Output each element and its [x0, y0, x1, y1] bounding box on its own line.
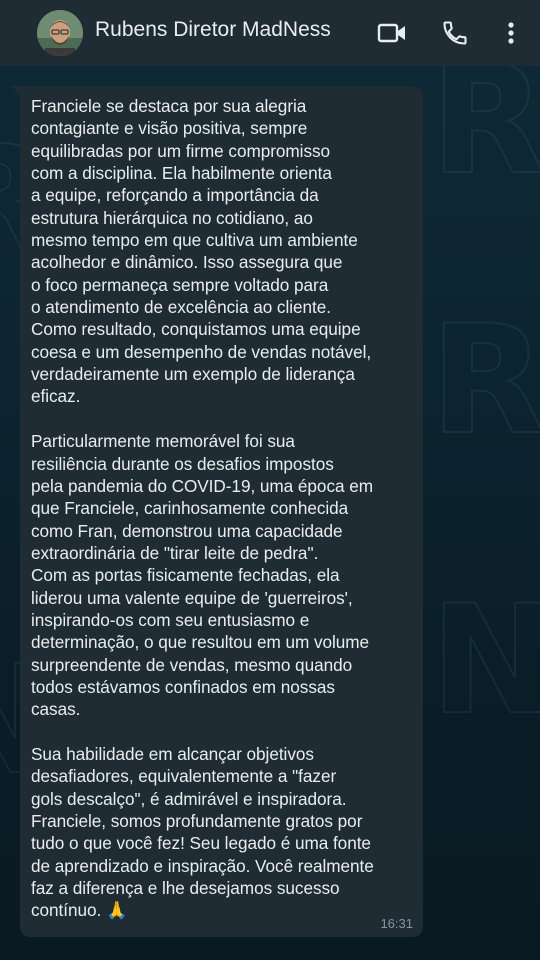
chat-screen: R R N R N Rubens Diretor MadNess [0, 0, 540, 960]
bubble-tail [11, 86, 21, 96]
wallpaper-letter: R [429, 294, 540, 468]
wallpaper-letter: N [429, 574, 540, 748]
kebab-menu-icon[interactable] [496, 18, 526, 48]
phone-icon[interactable] [440, 18, 470, 48]
avatar-image [37, 10, 83, 56]
contact-name[interactable]: Rubens Diretor MadNess [95, 18, 331, 42]
chat-header: Rubens Diretor MadNess [0, 0, 540, 66]
message-bubble[interactable]: Franciele se destaca por sua alegria con… [11, 86, 423, 937]
wallpaper-letter: R [429, 34, 540, 208]
avatar[interactable] [37, 10, 83, 56]
video-camera-icon[interactable] [377, 18, 407, 48]
message-timestamp: 16:31 [380, 916, 413, 931]
message-text: Franciele se destaca por sua alegria con… [31, 96, 374, 921]
